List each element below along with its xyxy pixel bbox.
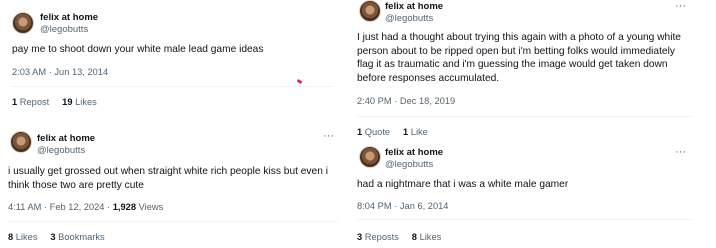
stat-bookmarks[interactable]: 3 Bookmarks bbox=[50, 232, 104, 242]
author-name[interactable]: felix at home bbox=[385, 1, 443, 12]
tweet-card[interactable]: felix at home @legobutts ··· i usually g… bbox=[0, 124, 345, 248]
tweet-stats: 8 Likes 3 Bookmarks bbox=[8, 232, 105, 242]
author-name[interactable]: felix at home bbox=[37, 133, 95, 144]
more-options-icon[interactable]: ··· bbox=[323, 131, 334, 142]
stat-reposts[interactable]: 3 Reposts bbox=[357, 232, 399, 242]
author-handle[interactable]: @legobutts bbox=[385, 159, 433, 170]
divider bbox=[357, 219, 692, 220]
stat-likes[interactable]: 19 Likes bbox=[62, 97, 97, 107]
red-mark bbox=[296, 78, 303, 85]
stat-likes[interactable]: 8 Likes bbox=[412, 232, 441, 242]
tweet-timestamp[interactable]: 2:40 PM · Dec 18, 2019 bbox=[357, 96, 455, 106]
view-count: 1,928 bbox=[112, 202, 137, 212]
more-options-icon[interactable]: ··· bbox=[675, 1, 686, 12]
stat-like[interactable]: 1 Like bbox=[403, 127, 428, 137]
tweet-stats: 3 Reposts 8 Likes bbox=[357, 232, 441, 242]
more-options-icon[interactable]: ··· bbox=[675, 147, 686, 158]
author-handle[interactable]: @legobutts bbox=[40, 24, 88, 35]
tweet-text: i usually get grossed out when straight … bbox=[8, 166, 328, 191]
tweet-timestamp[interactable]: 2:03 AM · Jun 13, 2014 bbox=[12, 67, 108, 77]
divider bbox=[12, 86, 332, 87]
tweet-text: pay me to shoot down your white male lea… bbox=[12, 44, 264, 55]
stat-quote[interactable]: 1 Quote bbox=[357, 127, 390, 137]
author-handle[interactable]: @legobutts bbox=[37, 145, 85, 156]
stat-likes[interactable]: 8 Likes bbox=[8, 232, 37, 242]
tweet-card[interactable]: felix at home @legobutts ··· had a night… bbox=[352, 142, 702, 248]
author-handle[interactable]: @legobutts bbox=[385, 13, 433, 24]
tweet-card[interactable]: felix at home @legobutts ··· I just had … bbox=[352, 0, 702, 140]
stat-repost[interactable]: 1 Repost bbox=[12, 97, 49, 107]
divider bbox=[357, 116, 692, 117]
avatar[interactable] bbox=[359, 0, 381, 22]
tweet-timestamp[interactable]: 8:04 PM · Jan 6, 2014 bbox=[357, 201, 448, 211]
avatar[interactable] bbox=[12, 12, 34, 34]
divider bbox=[8, 221, 338, 222]
tweet-card[interactable]: felix at home @legobutts pay me to shoot… bbox=[0, 0, 340, 120]
tweet-timestamp[interactable]: 4:11 AM · Feb 12, 2024 · 1,928 Views bbox=[8, 202, 163, 212]
avatar[interactable] bbox=[10, 131, 32, 153]
tweet-stats: 1 Quote 1 Like bbox=[357, 127, 428, 137]
tweet-text: had a nightmare that i was a white male … bbox=[357, 179, 569, 190]
tweet-stats: 1 Repost 19 Likes bbox=[12, 97, 97, 107]
avatar[interactable] bbox=[359, 146, 381, 168]
author-name[interactable]: felix at home bbox=[40, 12, 98, 23]
tweet-text: I just had a thought about trying this a… bbox=[357, 32, 681, 84]
author-name[interactable]: felix at home bbox=[385, 147, 443, 158]
